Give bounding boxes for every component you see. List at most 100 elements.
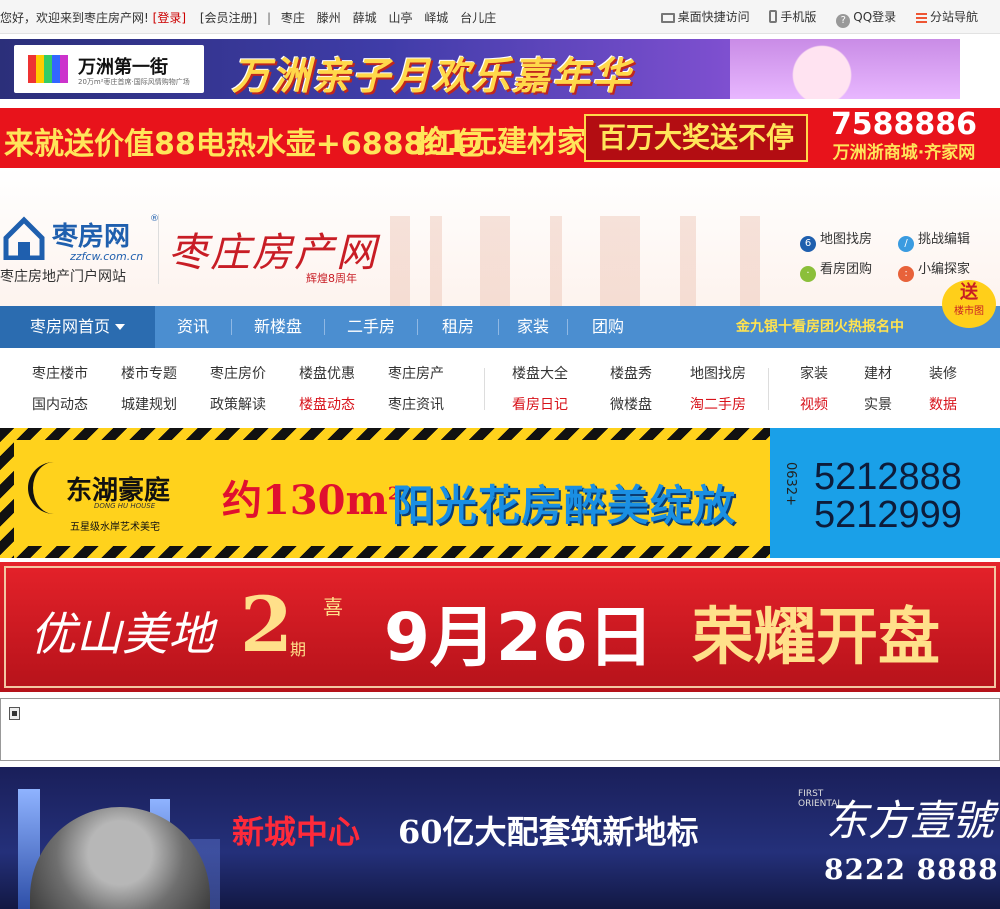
ad-project-name: 优山美地 bbox=[30, 607, 214, 661]
subnav-link[interactable]: 枣庄楼市 bbox=[32, 363, 88, 383]
subnav-link[interactable]: 枣庄房产 bbox=[388, 363, 444, 383]
ad-logo-en: DONG HU HOUSE bbox=[94, 502, 156, 510]
tab-news[interactable]: 资讯 bbox=[155, 306, 231, 348]
top-bar-right: 桌面快捷访问 手机版 ? QQ登录 分站导航 bbox=[645, 8, 978, 28]
branch-nav-link[interactable]: 分站导航 bbox=[915, 8, 978, 25]
site-logo[interactable]: 枣房网 ® zzfcw.com.cn 枣庄房地产门户网站 bbox=[0, 214, 160, 286]
desktop-shortcut-link[interactable]: 桌面快捷访问 bbox=[660, 8, 750, 25]
subnav-link[interactable]: 微楼盘 bbox=[610, 394, 652, 414]
register-link[interactable]: [会员注册] bbox=[200, 11, 257, 25]
ad-contact: 7588886 万洲浙商城·齐家网 bbox=[812, 108, 996, 168]
ad-brand: 东方壹號 bbox=[826, 796, 995, 845]
top-bar: 您好，欢迎来到枣庄房产网! [登录] [会员注册] | 枣庄 滕州 薛城 山亭 … bbox=[0, 0, 1000, 34]
subnav-link[interactable]: 枣庄房价 bbox=[210, 363, 266, 383]
divider: | bbox=[267, 11, 272, 25]
lion-statue-illustration bbox=[30, 807, 210, 909]
city-link-zaozhuang[interactable]: 枣庄 bbox=[281, 11, 305, 25]
quick-link-map[interactable]: 6 地图找房 bbox=[800, 228, 872, 252]
city-link-taierzhuang[interactable]: 台儿庄 bbox=[460, 11, 496, 25]
monitor-icon bbox=[660, 13, 675, 23]
city-link-shanting[interactable]: 山亭 bbox=[388, 11, 412, 25]
city-link-yicheng[interactable]: 峄城 bbox=[424, 11, 448, 25]
quick-link-group-buy[interactable]: · 看房团购 bbox=[800, 258, 872, 282]
menu-icon bbox=[915, 13, 927, 23]
branch-nav-label: 分站导航 bbox=[929, 10, 978, 24]
nav-home-label: 枣房网首页 bbox=[29, 317, 110, 336]
pencil-icon: / bbox=[898, 236, 914, 252]
nav-promo-link[interactable]: 金九银十看房团火热报名中 bbox=[736, 306, 904, 348]
subnav-link[interactable]: 地图找房 bbox=[690, 363, 746, 383]
people-icon: : bbox=[898, 266, 914, 282]
caret-down-icon bbox=[115, 324, 125, 330]
subnav-link-highlight[interactable]: 数据 bbox=[929, 394, 957, 414]
subnav-link-highlight[interactable]: 楼盘动态 bbox=[299, 394, 355, 414]
subnav-divider bbox=[768, 368, 769, 410]
greeting-text: 您好，欢迎来到枣庄房产网! bbox=[0, 11, 149, 25]
hazard-stripes bbox=[0, 428, 14, 558]
ad-banner-dongfang[interactable]: 新城中心 60亿大配套筑新地标 FIRST ORIENTAL 东方壹號 8222… bbox=[0, 767, 1000, 909]
qq-login-label: QQ登录 bbox=[853, 10, 897, 24]
city-link-xuecheng[interactable]: 薛城 bbox=[353, 11, 377, 25]
send-map-badge[interactable]: 送 楼市图 bbox=[942, 280, 996, 328]
quick-link-challenge-label: 挑战编辑 bbox=[918, 232, 971, 247]
ad-banner-donghu[interactable]: 东湖豪庭 DONG HU HOUSE 五星级水岸艺术美宅 约130m2 阳光花房… bbox=[0, 428, 1000, 558]
desktop-shortcut-label: 桌面快捷访问 bbox=[677, 10, 750, 24]
anniversary-badge: 辉煌8周年 bbox=[306, 272, 357, 285]
send-badge-sub: 楼市图 bbox=[954, 306, 984, 317]
ad-phone-2: 5212999 bbox=[814, 494, 962, 536]
quick-link-editor-visit[interactable]: : 小编探家 bbox=[898, 258, 970, 282]
double-happiness-seal: 喜 bbox=[323, 595, 343, 619]
subnav-link-highlight[interactable]: 淘二手房 bbox=[690, 394, 746, 414]
tab-new-homes[interactable]: 新楼盘 bbox=[232, 306, 324, 348]
subnav-link[interactable]: 城建规划 bbox=[121, 394, 177, 414]
subnav-link[interactable]: 枣庄资讯 bbox=[388, 394, 444, 414]
house-icon bbox=[3, 216, 45, 260]
logo-divider bbox=[158, 214, 159, 284]
subnav-link[interactable]: 楼市专题 bbox=[121, 363, 177, 383]
ad-logo-box: 万洲第一街 20万m²枣庄首席·国际风情购物广场 bbox=[14, 45, 204, 93]
logo-tagline: 枣庄房地产门户网站 bbox=[0, 269, 126, 285]
subnav-link[interactable]: 国内动态 bbox=[32, 394, 88, 414]
map-icon: 6 bbox=[800, 236, 816, 252]
subnav-divider bbox=[484, 368, 485, 410]
subnav-link[interactable]: 家装 bbox=[800, 363, 828, 383]
skyline-illustration bbox=[380, 216, 800, 306]
subnav-link[interactable]: 建材 bbox=[864, 363, 892, 383]
quick-link-challenge[interactable]: / 挑战编辑 bbox=[898, 228, 970, 252]
ad-banner-youshan[interactable]: 优山美地 2 期 喜 9月26日 荣耀开盘 bbox=[0, 562, 1000, 692]
subnav-link[interactable]: 楼盘秀 bbox=[610, 363, 652, 383]
ad-promo-gift-text: 来就送价值88电热水壶 bbox=[4, 127, 316, 162]
login-link[interactable]: [登录] bbox=[153, 11, 186, 25]
send-badge-title: 送 bbox=[960, 282, 978, 303]
subnav-link-highlight[interactable]: 看房日记 bbox=[512, 394, 568, 414]
quick-link-map-label: 地图找房 bbox=[820, 232, 873, 247]
qq-icon: ? bbox=[836, 14, 851, 28]
ad-logo-sub: 五星级水岸艺术美宅 bbox=[70, 522, 160, 533]
broken-ad-slot bbox=[0, 698, 1000, 761]
ad-area-value: 约130m bbox=[222, 477, 388, 524]
ad-logo: 东湖豪庭 DONG HU HOUSE 五星级水岸艺术美宅 bbox=[28, 456, 218, 536]
subnav-link[interactable]: 装修 bbox=[929, 363, 957, 383]
subnav-link[interactable]: 实景 bbox=[864, 394, 892, 414]
nav-home[interactable]: 枣房网首页 bbox=[0, 306, 155, 348]
ad-slogan: 万洲亲子月欢乐嘉年华 bbox=[232, 54, 633, 98]
subnav-link[interactable]: 楼盘优惠 bbox=[299, 363, 355, 383]
mobile-version-link[interactable]: 手机版 bbox=[769, 8, 816, 25]
ad-phone: 7588886 bbox=[830, 108, 978, 142]
ad-banner-wanzhou[interactable]: 万洲第一街 20万m²枣庄首席·国际风情购物广场 万洲亲子月欢乐嘉年华 bbox=[0, 39, 960, 99]
subnav-link-highlight[interactable]: 视频 bbox=[800, 394, 828, 414]
ad-promo-gift: 来就送价值88电热水壶+6888红包 bbox=[4, 112, 484, 168]
city-link-tengzhou[interactable]: 滕州 bbox=[317, 11, 341, 25]
tab-group-buy[interactable]: 团购 bbox=[568, 306, 648, 348]
ad-logo-sub: 20万m²枣庄首席·国际风情购物广场 bbox=[78, 78, 190, 86]
ad-date: 9月26日 bbox=[384, 599, 654, 676]
swoosh-icon bbox=[28, 462, 64, 514]
qq-login-link[interactable]: ? QQ登录 bbox=[836, 8, 896, 28]
castle-illustration bbox=[730, 39, 960, 99]
tab-second-hand[interactable]: 二手房 bbox=[325, 306, 417, 348]
subnav-link[interactable]: 政策解读 bbox=[210, 394, 266, 414]
subnav-link[interactable]: 楼盘大全 bbox=[512, 363, 568, 383]
tab-decoration[interactable]: 家装 bbox=[499, 306, 567, 348]
tab-rent[interactable]: 租房 bbox=[418, 306, 498, 348]
ad-banner-qijia[interactable]: 来就送价值88电热水壶+6888红包 抢1元建材家居 百万大奖送不停 75888… bbox=[0, 108, 1000, 168]
